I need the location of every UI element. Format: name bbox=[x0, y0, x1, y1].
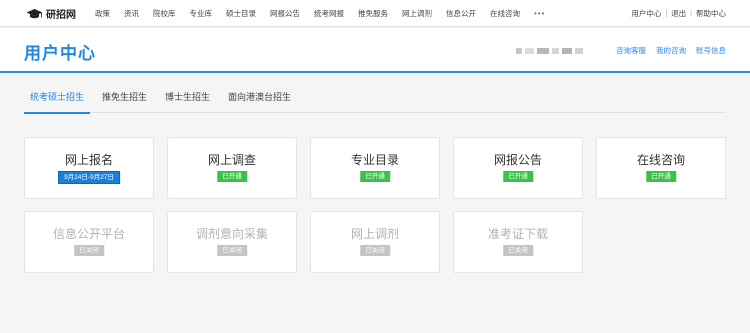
top-nav-bar: 研招网 政策 资讯 院校库 专业库 硕士目录 网报公告 统考网报 推免服务 网上… bbox=[0, 0, 750, 27]
my-consultations-link[interactable]: 我的咨询 bbox=[656, 45, 686, 56]
tab-unified-master[interactable]: 统考硕士招生 bbox=[24, 88, 91, 114]
status-badge: 已关闭 bbox=[503, 245, 533, 256]
card-title: 网上报名 bbox=[64, 153, 113, 167]
page-header: 用户中心 咨询客服 我的咨询 账号信息 bbox=[0, 28, 750, 73]
site-logo[interactable]: 研招网 bbox=[26, 6, 76, 21]
card-online-survey[interactable]: 网上调查 已开通 bbox=[167, 137, 297, 199]
nav-item-unified-registration[interactable]: 统考网报 bbox=[314, 8, 344, 19]
card-title: 网报公告 bbox=[493, 153, 542, 167]
nav-item-adjustment[interactable]: 网上调剂 bbox=[402, 8, 432, 19]
separator: | bbox=[690, 10, 692, 17]
card-admission-ticket[interactable]: 准考证下载 已关闭 bbox=[453, 211, 583, 273]
logo-text: 研招网 bbox=[46, 10, 76, 21]
card-registration-notice[interactable]: 网报公告 已开通 bbox=[453, 137, 583, 199]
account-info-link[interactable]: 账号信息 bbox=[696, 45, 726, 56]
status-badge: 已关闭 bbox=[74, 245, 104, 256]
card-online-consult[interactable]: 在线咨询 已开通 bbox=[596, 137, 726, 199]
card-title: 在线咨询 bbox=[636, 153, 685, 167]
date-range-badge: 9月24日-9月27日 bbox=[58, 171, 120, 184]
nav-item-master-catalog[interactable]: 硕士目录 bbox=[226, 8, 256, 19]
card-title: 网上调查 bbox=[207, 153, 256, 167]
user-links: 用户中心 | 退出 | 帮助中心 bbox=[631, 0, 726, 27]
status-badge: 已关闭 bbox=[217, 245, 247, 256]
card-title: 调剂意向采集 bbox=[195, 227, 268, 241]
logout-link[interactable]: 退出 bbox=[671, 8, 686, 19]
header-actions: 咨询客服 我的咨询 账号信息 bbox=[516, 45, 726, 56]
status-badge: 已关闭 bbox=[360, 245, 390, 256]
masked-username bbox=[516, 46, 592, 55]
card-title: 专业目录 bbox=[350, 153, 399, 167]
nav-item-recommendation[interactable]: 推免服务 bbox=[358, 8, 388, 19]
nav-item-announcements[interactable]: 网报公告 bbox=[270, 8, 300, 19]
status-badge: 已开通 bbox=[646, 171, 676, 182]
separator: | bbox=[665, 10, 668, 17]
card-major-catalog[interactable]: 专业目录 已开通 bbox=[310, 137, 440, 199]
card-info-disclosure[interactable]: 信息公开平台 已关闭 bbox=[24, 211, 154, 273]
graduation-cap-icon bbox=[26, 8, 43, 18]
nav-item-policy[interactable]: 政策 bbox=[95, 8, 110, 19]
admission-tabs: 统考硕士招生 推免生招生 博士生招生 面向港澳台招生 bbox=[24, 88, 726, 114]
tab-hk-macao-taiwan[interactable]: 面向港澳台招生 bbox=[222, 88, 297, 113]
help-center-link[interactable]: 帮助中心 bbox=[696, 8, 726, 19]
status-badge: 已开通 bbox=[217, 171, 247, 182]
page-title: 用户中心 bbox=[24, 44, 96, 63]
status-badge: 已开通 bbox=[503, 171, 533, 182]
nav-item-majors[interactable]: 专业库 bbox=[190, 8, 213, 19]
card-title: 信息公开平台 bbox=[52, 227, 125, 241]
card-online-adjustment[interactable]: 网上调剂 已关闭 bbox=[310, 211, 440, 273]
tab-doctoral[interactable]: 博士生招生 bbox=[159, 88, 216, 113]
card-title: 准考证下载 bbox=[487, 227, 548, 241]
card-adjustment-intent[interactable]: 调剂意向采集 已关闭 bbox=[167, 211, 297, 273]
user-center-link[interactable]: 用户中心 bbox=[631, 8, 661, 19]
nav-item-consult[interactable]: 在线咨询 bbox=[490, 8, 520, 19]
card-online-registration[interactable]: 网上报名 9月24日-9月27日 bbox=[24, 137, 154, 199]
card-title: 网上调剂 bbox=[350, 227, 399, 241]
nav-item-disclosure[interactable]: 信息公开 bbox=[446, 8, 476, 19]
tab-recommended[interactable]: 推免生招生 bbox=[96, 88, 153, 113]
nav-item-news[interactable]: 资讯 bbox=[124, 8, 139, 19]
more-icon[interactable]: ••• bbox=[534, 9, 545, 18]
main-nav: 政策 资讯 院校库 专业库 硕士目录 网报公告 统考网报 推免服务 网上调剂 信… bbox=[95, 0, 545, 27]
status-badge: 已开通 bbox=[360, 171, 390, 182]
nav-item-schools[interactable]: 院校库 bbox=[153, 8, 176, 19]
customer-service-link[interactable]: 咨询客服 bbox=[616, 45, 646, 56]
